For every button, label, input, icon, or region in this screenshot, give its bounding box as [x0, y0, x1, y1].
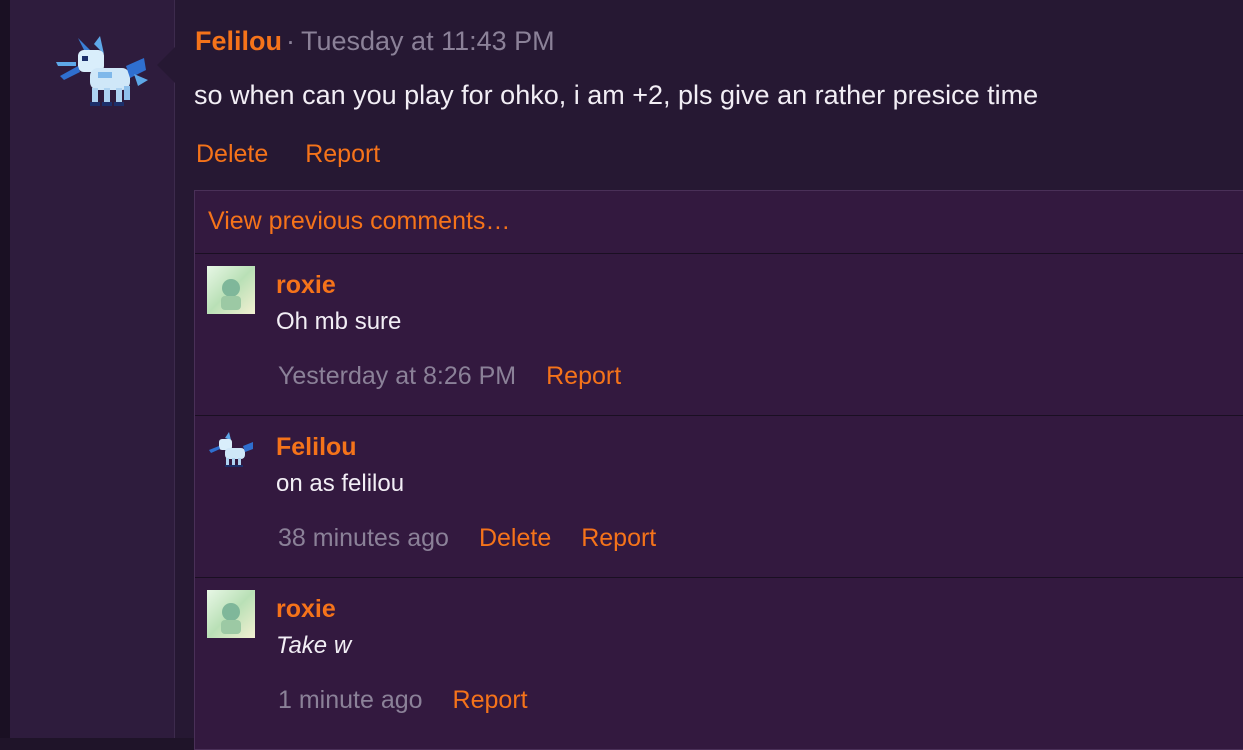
comment-timestamp[interactable]: 38 minutes ago: [278, 524, 449, 552]
comment-text: on as felilou: [276, 470, 405, 497]
comment-author-link[interactable]: roxie: [276, 271, 336, 300]
roxie-avatar-icon[interactable]: [207, 590, 255, 638]
post-delete-link[interactable]: Delete: [196, 140, 268, 168]
glaceon-avatar-icon[interactable]: [54, 36, 150, 112]
comment-text: Oh mb sure: [276, 308, 402, 335]
comment-meta: 38 minutes ago Delete Report: [278, 524, 656, 553]
post-body: so when can you play for ohko, i am +2, …: [194, 80, 1039, 110]
message-pointer-arrow: [157, 47, 175, 83]
post-actions: Delete Report: [196, 140, 410, 169]
comment-report-link[interactable]: Report: [546, 362, 621, 390]
comment-item: roxie Take w 1 minute ago Report: [195, 577, 1243, 740]
message-header: Felilou · Tuesday at 11:43 PM: [195, 26, 555, 57]
comment-item: Felilou on as felilou 38 minutes ago Dele…: [195, 415, 1243, 578]
comment-author-link[interactable]: roxie: [276, 595, 336, 624]
roxie-avatar-icon[interactable]: [207, 266, 255, 314]
view-previous-comments-link[interactable]: View previous comments…: [208, 207, 510, 236]
comment-report-link[interactable]: Report: [581, 524, 656, 552]
page-edge: [0, 0, 10, 738]
post-report-link[interactable]: Report: [305, 140, 380, 168]
comment-text: Take w: [276, 632, 352, 659]
comment-report-link[interactable]: Report: [453, 686, 528, 714]
post-author-link[interactable]: Felilou: [195, 26, 282, 56]
message-post: Felilou · Tuesday at 11:43 PM so when can …: [175, 0, 1243, 750]
comment-author-link[interactable]: Felilou: [276, 433, 357, 462]
message-user-column: [10, 0, 175, 738]
comment-meta: 1 minute ago Report: [278, 686, 528, 715]
glaceon-avatar-icon[interactable]: [207, 428, 255, 476]
comment-timestamp[interactable]: 1 minute ago: [278, 686, 423, 714]
comments-section: View previous comments… roxie Oh mb sure…: [194, 190, 1243, 750]
post-timestamp[interactable]: Tuesday at 11:43 PM: [301, 26, 555, 56]
comment-meta: Yesterday at 8:26 PM Report: [278, 362, 621, 391]
comment-delete-link[interactable]: Delete: [479, 524, 551, 552]
comment-item: roxie Oh mb sure Yesterday at 8:26 PM Rep…: [195, 253, 1243, 416]
header-separator: ·: [286, 26, 295, 56]
comment-timestamp[interactable]: Yesterday at 8:26 PM: [278, 362, 516, 390]
